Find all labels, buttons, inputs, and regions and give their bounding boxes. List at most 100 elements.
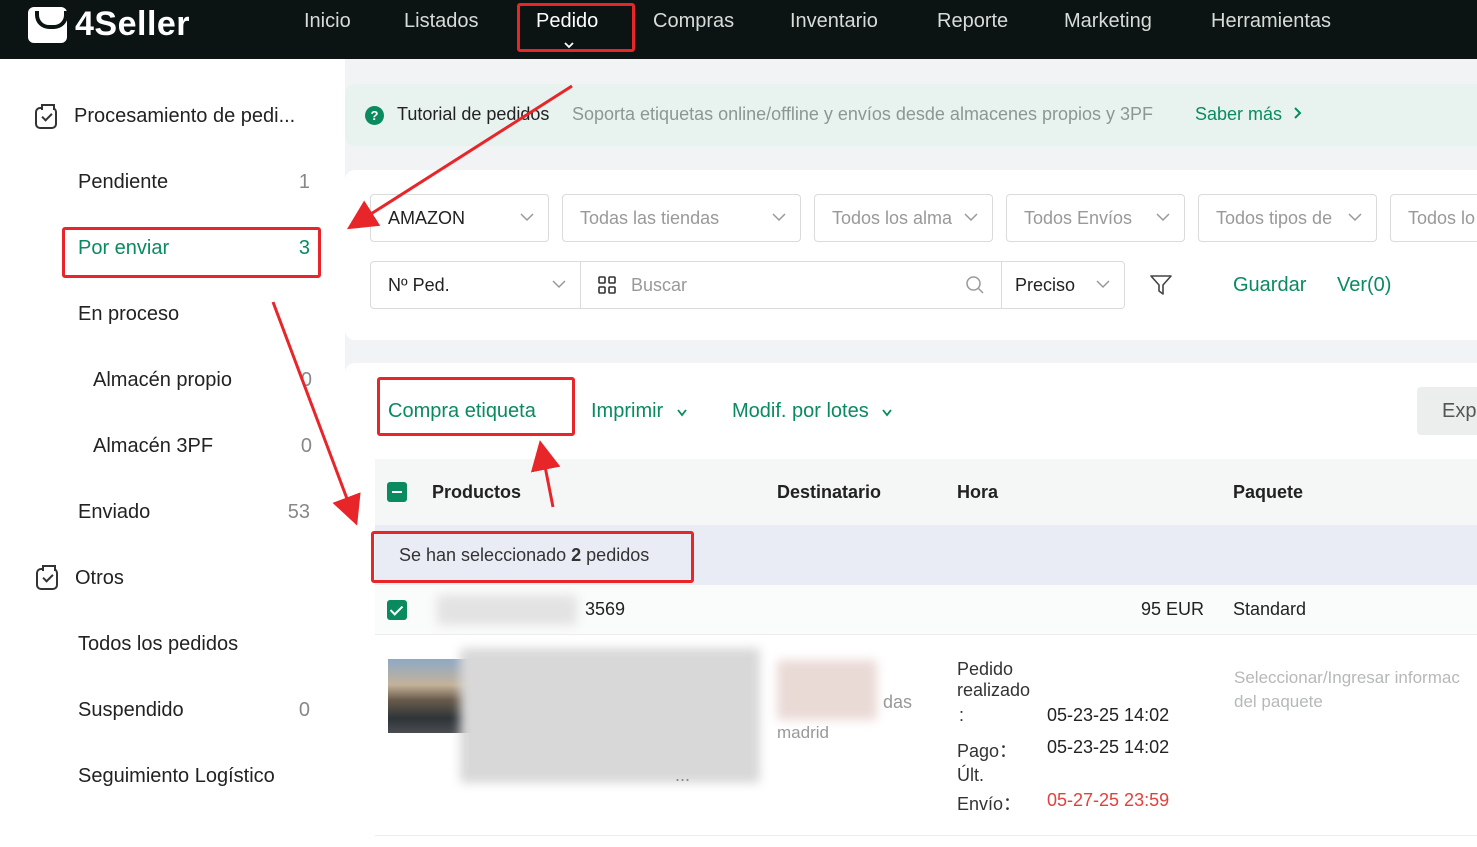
filters-card: AMAZON Todas las tiendas Todos los alma …	[345, 170, 1477, 340]
package-info-input[interactable]: Seleccionar/Ingresar informac del paquet…	[1234, 666, 1477, 714]
top-navbar: 4Seller Inicio Listados Pedido Compras I…	[0, 0, 1477, 59]
chevron-down-icon	[677, 409, 687, 417]
nav-marketing[interactable]: Marketing	[1064, 10, 1152, 33]
tutorial-banner: ? Tutorial de pedidos Soporta etiquetas …	[345, 84, 1477, 146]
sidebar-item-enviado[interactable]: Enviado	[78, 501, 150, 524]
paid-label: Pago：	[957, 741, 1018, 761]
clipboard-icon	[36, 565, 58, 590]
platform-value: AMAZON	[388, 208, 466, 228]
clipboard-icon	[35, 104, 57, 129]
order-row[interactable]: 3569 95 EUR Standard	[375, 585, 1477, 635]
nav-inventario[interactable]: Inventario	[790, 10, 878, 33]
order-amount: 95 EUR	[1141, 599, 1205, 619]
sidebar-item-en-proceso[interactable]: En proceso	[78, 303, 179, 326]
order-checkbox[interactable]	[387, 600, 407, 620]
placed-label-2: realizado	[957, 680, 1031, 700]
last-ship-label-2: Envío：	[957, 794, 1022, 814]
paid-time: 05-23-25 14:02	[1047, 737, 1170, 757]
nav-herramientas[interactable]: Herramientas	[1211, 10, 1331, 33]
match-value: Preciso	[1015, 275, 1076, 295]
highlight-selection	[371, 531, 694, 583]
sidebar-item-almacen-3pf[interactable]: Almacén 3PF	[93, 435, 213, 458]
help-icon: ?	[365, 106, 384, 125]
learn-more-link[interactable]: Saber más	[1195, 104, 1303, 125]
shopping-bag-icon	[28, 6, 68, 43]
search-input[interactable]: Buscar	[580, 261, 1002, 309]
chevron-down-icon	[964, 213, 978, 222]
redacted-product-info	[460, 648, 760, 783]
banner-title: Tutorial de pedidos	[397, 104, 550, 124]
logo-text: 4Seller	[75, 5, 191, 43]
sidebar-count-almacen-propio: 0	[300, 369, 312, 391]
chevron-down-icon	[1096, 280, 1110, 289]
chevron-down-icon	[1348, 213, 1362, 222]
type-select[interactable]: Todos tipos de	[1198, 194, 1377, 242]
highlight-pedido-nav	[517, 3, 635, 52]
sidebar-count-enviado: 53	[287, 501, 310, 523]
col-package: Paquete	[1233, 482, 1304, 502]
order-id[interactable]: 3569	[585, 599, 625, 620]
export-button[interactable]: Exp	[1417, 387, 1477, 435]
sidebar-item-seguimiento[interactable]: Seguimiento Logístico	[78, 765, 275, 788]
nav-listados[interactable]: Listados	[404, 10, 479, 33]
field-select[interactable]: Nº Ped.	[370, 261, 581, 309]
scan-icon	[598, 276, 616, 294]
sidebar-count-pendiente: 1	[298, 171, 310, 193]
other-value: Todos lo	[1408, 208, 1476, 228]
chevron-down-icon	[552, 280, 566, 289]
store-select[interactable]: Todas las tiendas	[562, 194, 801, 242]
batch-edit-dropdown[interactable]: Modif. por lotes	[732, 400, 892, 423]
sidebar-item-almacen-propio[interactable]: Almacén propio	[93, 369, 232, 392]
match-select[interactable]: Preciso	[1001, 261, 1125, 309]
type-value: Todos tipos de	[1216, 208, 1333, 228]
placed-time: 05-23-25 14:02	[1047, 705, 1170, 725]
redacted-recipient	[777, 660, 877, 720]
redacted-order-id	[437, 595, 577, 625]
nav-inicio[interactable]: Inicio	[304, 10, 351, 33]
logo[interactable]: 4Seller	[28, 5, 190, 44]
col-recipient: Destinatario	[777, 482, 882, 502]
shipping-value: Todos Envíos	[1024, 208, 1133, 228]
sidebar: Procesamiento de pedi... Pendiente 1 Por…	[0, 59, 345, 847]
placed-label: Pedido	[957, 659, 1014, 679]
sidebar-item-pendiente[interactable]: Pendiente	[78, 171, 168, 194]
warehouse-select[interactable]: Todos los alma	[814, 194, 993, 242]
select-all-checkbox[interactable]	[387, 482, 407, 502]
last-ship-time: 05-27-25 23:59	[1047, 790, 1170, 810]
filter-icon[interactable]	[1149, 273, 1173, 297]
learn-more-label: Saber más	[1195, 104, 1283, 124]
recipient-city: madrid	[777, 723, 829, 742]
highlight-compra-etiqueta	[377, 377, 575, 436]
col-products: Productos	[432, 482, 522, 502]
save-filter-button[interactable]: Guardar	[1233, 274, 1306, 297]
other-select[interactable]: Todos lo	[1390, 194, 1477, 242]
highlight-por-enviar	[62, 227, 321, 278]
search-icon[interactable]	[965, 275, 985, 295]
nav-compras[interactable]: Compras	[653, 10, 734, 33]
last-ship-label: Últ.	[957, 765, 984, 785]
chevron-down-icon	[772, 213, 786, 222]
table-header: Productos Destinatario Hora Paquete	[375, 459, 1477, 525]
store-value: Todas las tiendas	[580, 208, 720, 228]
sidebar-section-otros[interactable]: Otros	[75, 567, 124, 590]
chevron-down-icon	[1156, 213, 1170, 222]
sidebar-item-suspendido[interactable]: Suspendido	[78, 699, 184, 722]
view-saved-button[interactable]: Ver(0)	[1337, 274, 1391, 297]
chevron-down-icon	[882, 409, 892, 417]
platform-select[interactable]: AMAZON	[370, 194, 549, 242]
sidebar-count-almacen-3pf: 0	[300, 435, 312, 457]
sidebar-count-suspendido: 0	[298, 699, 310, 721]
recipient-city-partial: das	[883, 692, 913, 712]
banner-description: Soporta etiquetas online/offline y envío…	[572, 104, 1154, 124]
shipping-service: Standard	[1233, 599, 1307, 619]
print-label: Imprimir	[591, 400, 664, 422]
nav-reporte[interactable]: Reporte	[937, 10, 1008, 33]
col-time: Hora	[957, 482, 999, 502]
row-divider	[375, 835, 1477, 836]
product-title-ellipsis: ...	[675, 765, 691, 785]
shipping-select[interactable]: Todos Envíos	[1006, 194, 1185, 242]
batch-edit-label: Modif. por lotes	[732, 400, 869, 422]
print-dropdown[interactable]: Imprimir	[591, 400, 687, 423]
sidebar-item-todos[interactable]: Todos los pedidos	[78, 633, 238, 656]
sidebar-section-processing[interactable]: Procesamiento de pedi...	[74, 105, 295, 128]
